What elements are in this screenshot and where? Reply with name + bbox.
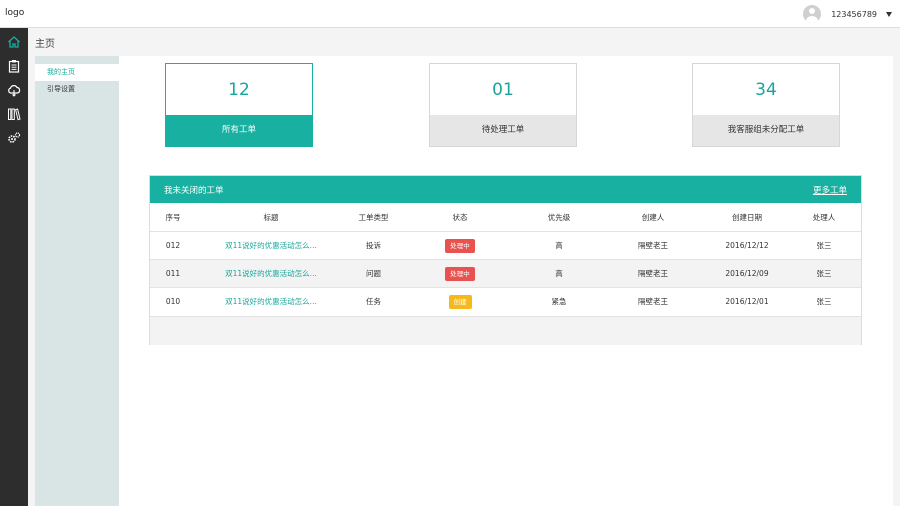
tickets-table: 序号 标题 工单类型 状态 优先级 创建人 创建日期 处理人 012 双11说好… (150, 203, 861, 316)
cell-title-link[interactable]: 双11说好的优惠活动怎么... (196, 288, 346, 316)
cell-priority: 高 (555, 269, 563, 278)
stat-card-unassigned-tickets[interactable]: 34 我客服组未分配工单 (692, 63, 840, 147)
cell-date: 2016/12/01 (725, 297, 769, 307)
cell-title-link[interactable]: 双11说好的优惠活动怎么... (196, 232, 346, 260)
col-header-status: 状态 (452, 212, 468, 222)
cell-creator: 隔壁老王 (638, 241, 668, 250)
cell-id: 011 (165, 269, 181, 278)
home-icon[interactable] (0, 30, 28, 54)
cell-handler: 张三 (816, 269, 832, 278)
status-badge: 处理中 (445, 238, 475, 253)
breadcrumb: 主页 (35, 39, 55, 50)
sub-navigation: 我的主页 引导设置 (35, 56, 119, 506)
col-header-title: 标题 (263, 212, 279, 222)
status-badge: 创建 (448, 294, 472, 309)
logo[interactable]: logo (5, 8, 24, 18)
stat-value: 12 (228, 80, 250, 100)
col-header-id: 序号 (165, 212, 181, 222)
cell-handler: 张三 (816, 297, 832, 307)
cell-date: 2016/12/09 (725, 269, 769, 278)
more-tickets-link[interactable]: 更多工单 (813, 184, 847, 196)
cell-id: 012 (165, 241, 181, 250)
cell-status: 处理中 (401, 260, 519, 288)
table-row[interactable]: 011 双11说好的优惠活动怎么... 问题 处理中 高 隔壁老王 2016/1… (150, 259, 861, 288)
stat-label: 待处理工单 (430, 115, 576, 146)
cell-status: 处理中 (401, 232, 519, 260)
cell-status: 创建 (401, 288, 519, 316)
panel-title: 我未关闭的工单 (164, 186, 224, 196)
subnav-item-my-home[interactable]: 我的主页 (35, 64, 119, 81)
cloud-icon[interactable] (0, 78, 28, 102)
stat-card-all-tickets[interactable]: 12 所有工单 (165, 63, 313, 147)
gears-icon[interactable] (0, 126, 28, 150)
user-menu[interactable]: 123456789 (803, 5, 892, 23)
cell-id: 010 (165, 297, 181, 307)
main-content: 12 所有工单 01 待处理工单 34 我客服组未分配工单 我未关闭的工单 更多… (119, 56, 893, 506)
icon-sidebar (0, 28, 28, 506)
cell-priority: 高 (555, 241, 563, 250)
cell-creator: 隔壁老王 (638, 297, 668, 307)
stat-value: 34 (755, 80, 777, 100)
col-header-priority: 优先级 (547, 212, 571, 222)
stat-card-pending-tickets[interactable]: 01 待处理工单 (429, 63, 577, 147)
top-bar: logo 123456789 (0, 0, 900, 28)
cell-type: 投诉 (366, 241, 381, 250)
caret-down-icon[interactable] (886, 11, 892, 17)
table-header-row: 序号 标题 工单类型 状态 优先级 创建人 创建日期 处理人 (150, 203, 861, 232)
panel-header: 我未关闭的工单 更多工单 (150, 176, 861, 203)
stat-label: 我客服组未分配工单 (693, 115, 839, 146)
books-icon[interactable] (0, 102, 28, 126)
cell-type: 问题 (366, 269, 381, 278)
table-row[interactable]: 010 双11说好的优惠活动怎么... 任务 创建 紧急 隔壁老王 2016/1… (150, 287, 861, 316)
open-tickets-panel: 我未关闭的工单 更多工单 序号 标题 工单类型 状态 优先级 创建人 创建日期 … (149, 175, 862, 345)
col-header-date: 创建日期 (732, 212, 762, 222)
cell-handler: 张三 (816, 241, 832, 250)
stat-value: 01 (492, 80, 514, 100)
col-header-handler: 处理人 (812, 212, 836, 222)
cell-priority: 紧急 (551, 297, 567, 307)
table-row[interactable]: 012 双11说好的优惠活动怎么... 投诉 处理中 高 隔壁老王 2016/1… (150, 231, 861, 260)
subnav-item-guide-settings[interactable]: 引导设置 (35, 81, 119, 98)
table-footer (150, 315, 861, 345)
clipboard-icon[interactable] (0, 54, 28, 78)
col-header-type: 工单类型 (358, 212, 389, 222)
cell-type: 任务 (366, 297, 381, 307)
avatar-icon[interactable] (803, 5, 822, 23)
username[interactable]: 123456789 (831, 10, 877, 19)
stat-label: 所有工单 (166, 115, 312, 146)
col-header-creator: 创建人 (641, 212, 665, 222)
cell-title-link[interactable]: 双11说好的优惠活动怎么... (196, 260, 346, 288)
cell-creator: 隔壁老王 (638, 269, 668, 278)
status-badge: 处理中 (445, 266, 475, 281)
cell-date: 2016/12/12 (725, 241, 769, 250)
